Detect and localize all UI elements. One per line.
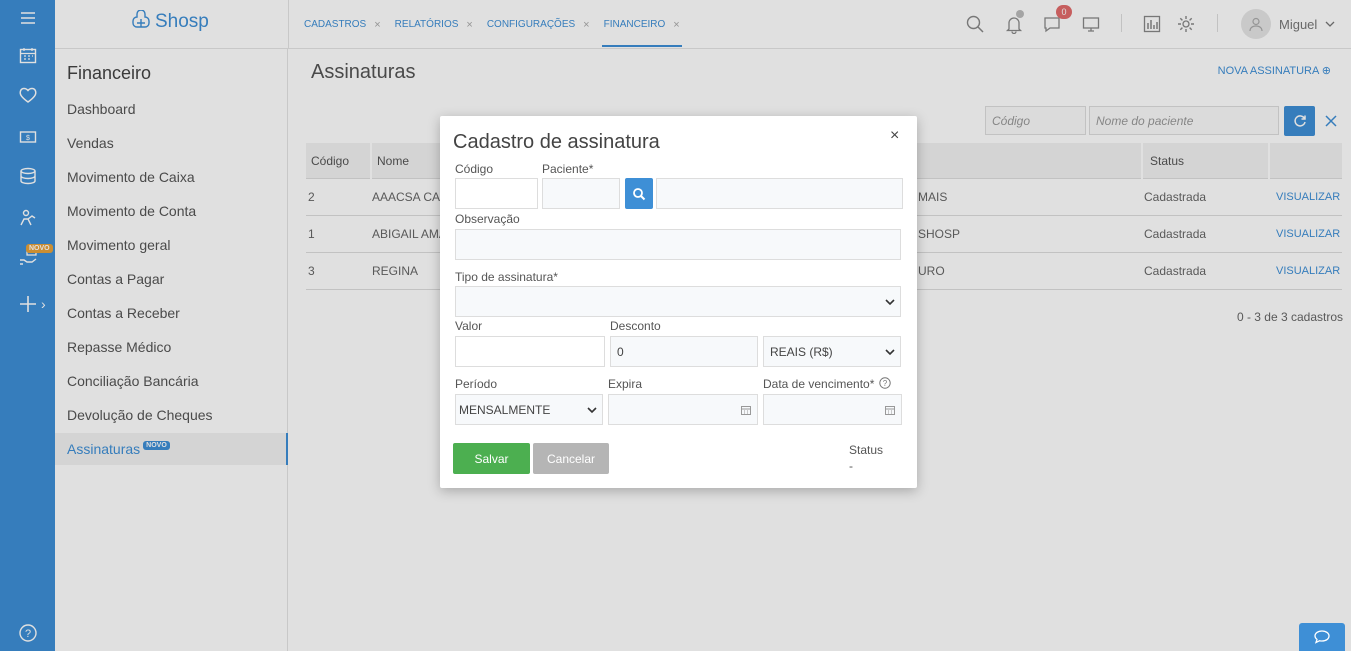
chevron-down-icon — [885, 349, 895, 356]
close-icon[interactable]: × — [890, 127, 899, 145]
modal-title: Cadastro de assinatura — [453, 131, 660, 153]
patient-search-button[interactable] — [625, 178, 653, 209]
observation-field[interactable] — [455, 229, 901, 260]
currency-select[interactable]: REAIS (R$) — [763, 336, 901, 367]
type-label: Tipo de assinatura* — [455, 270, 558, 284]
chat-button[interactable] — [1299, 623, 1345, 651]
svg-text:?: ? — [883, 379, 888, 388]
calendar-icon[interactable] — [885, 405, 895, 415]
expires-field[interactable] — [608, 394, 758, 425]
discount-field[interactable]: 0 — [610, 336, 758, 367]
chevron-down-icon — [885, 299, 895, 306]
chat-icon — [1314, 630, 1330, 644]
due-date-field[interactable] — [763, 394, 902, 425]
patient-code-field[interactable] — [542, 178, 620, 209]
due-date-label: Data de vencimento* ? — [763, 377, 891, 391]
code-label: Código — [455, 162, 494, 176]
chevron-down-icon — [587, 407, 597, 414]
discount-label: Desconto — [610, 319, 661, 333]
status-label: Status — [849, 443, 884, 457]
subscription-modal: Cadastro de assinatura × Código Paciente… — [440, 116, 917, 488]
search-icon — [633, 187, 646, 200]
period-label: Período — [455, 377, 498, 391]
save-button[interactable]: Salvar — [453, 443, 530, 474]
due-date-label-text: Data de vencimento* — [763, 377, 875, 391]
value-field[interactable] — [455, 336, 605, 367]
patient-name-field[interactable] — [656, 178, 903, 209]
currency-select-value: REAIS (R$) — [770, 344, 833, 359]
type-select[interactable] — [455, 286, 901, 317]
period-select[interactable]: MENSALMENTE — [455, 394, 603, 425]
status-value: - — [849, 459, 853, 473]
expires-label: Expira — [608, 377, 643, 391]
calendar-icon[interactable] — [741, 405, 751, 415]
observation-label: Observação — [455, 212, 520, 226]
patient-label: Paciente* — [542, 162, 594, 176]
help-icon[interactable]: ? — [879, 377, 891, 389]
value-label: Valor — [455, 319, 483, 333]
cancel-button[interactable]: Cancelar — [533, 443, 609, 474]
period-select-value: MENSALMENTE — [459, 402, 551, 417]
code-field[interactable] — [455, 178, 538, 209]
